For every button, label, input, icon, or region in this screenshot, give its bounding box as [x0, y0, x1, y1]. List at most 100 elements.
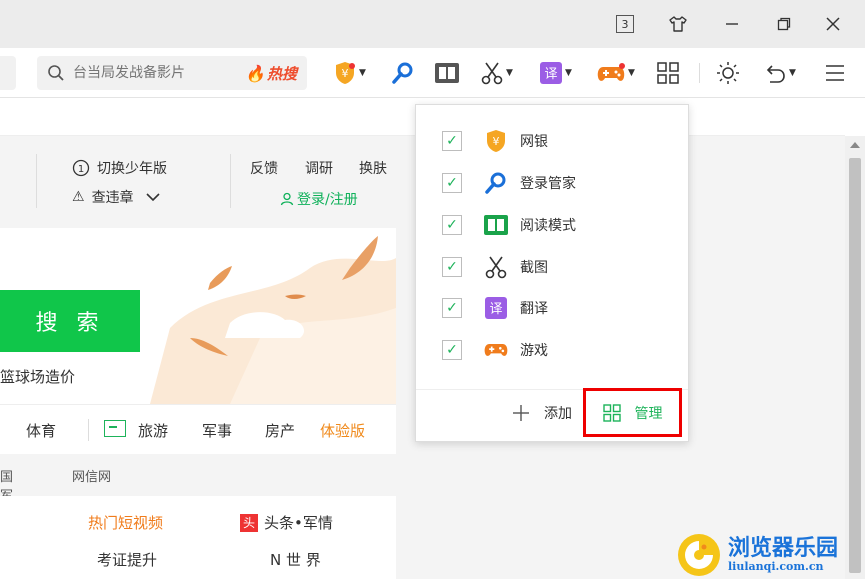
search-panel: 搜 索 篮球场造价: [0, 228, 396, 404]
news-headline-military[interactable]: 头 头条•军情: [240, 512, 333, 533]
flame-icon: 🔥: [245, 64, 265, 83]
search-suggestion[interactable]: 篮球场造价: [0, 366, 75, 387]
chevron-down-icon: ▼: [565, 68, 572, 78]
bank-icon: ¥: [484, 129, 508, 153]
login-link[interactable]: 登录/注册: [280, 189, 358, 209]
bank-icon: ¥: [336, 62, 355, 84]
dropdown-item-screenshot[interactable]: ✓ 截图: [442, 254, 662, 280]
search-button[interactable]: 搜 索: [0, 290, 140, 352]
hot-search[interactable]: 🔥 热搜: [245, 63, 297, 84]
skin-link[interactable]: 换肤: [359, 158, 387, 178]
translate-icon: 译: [540, 62, 562, 84]
reader-button[interactable]: [434, 61, 460, 85]
plus-icon: [513, 405, 529, 421]
menu-button[interactable]: [825, 61, 845, 85]
nav-beta[interactable]: 体验版: [320, 420, 365, 441]
tab-count-badge[interactable]: 3: [616, 15, 634, 33]
watermark: 浏览器乐园 liulanqi.com.cn: [676, 530, 838, 579]
svg-text:¥: ¥: [493, 135, 500, 148]
scissors-icon: [484, 255, 508, 279]
scroll-up-arrow-icon[interactable]: [850, 142, 860, 148]
reader-icon: [435, 63, 459, 83]
close-icon[interactable]: [821, 12, 845, 36]
apps-grid-icon: [657, 62, 679, 84]
login-manager-icon: [484, 171, 508, 195]
undo-icon: [766, 65, 785, 83]
svg-text:译: 译: [489, 302, 502, 317]
search-box[interactable]: 🔥 热搜: [37, 56, 307, 90]
svg-text:¥: ¥: [342, 67, 349, 80]
search-input[interactable]: [73, 65, 223, 81]
checkbox-translate[interactable]: ✓: [442, 298, 462, 318]
dropdown-item-translate[interactable]: ✓ 译 翻译: [442, 295, 662, 321]
user-icon: [280, 192, 294, 206]
dropdown-item-label: 网银: [520, 134, 548, 150]
news-nworld[interactable]: N 世 界: [270, 549, 321, 570]
nav-sports[interactable]: 体育: [26, 420, 56, 441]
dropdown-item-login-manager[interactable]: ✓ 登录管家: [442, 170, 662, 196]
dropdown-item-bank[interactable]: ✓ ¥ 网银: [442, 128, 662, 154]
violation-link[interactable]: ⚠ 查违章: [72, 187, 160, 207]
dropdown-item-label: 阅读模式: [520, 218, 576, 234]
link-wangxinwang[interactable]: 网信网: [72, 466, 111, 485]
vertical-scrollbar[interactable]: [845, 136, 865, 579]
brightness-icon: [717, 62, 739, 84]
menu-icon: [826, 65, 844, 81]
dropdown-item-game[interactable]: ✓ 游戏: [442, 337, 662, 363]
warning-icon: ⚠: [72, 189, 85, 205]
toolbar-customize-dropdown: ✓ ¥ 网银 ✓ 登录管家 ✓ 阅读模式 ✓ 截图 ✓ 译 翻译 ✓ 游戏 添加…: [415, 104, 689, 442]
feedback-link[interactable]: 反馈: [250, 158, 278, 178]
chevron-down-icon: [145, 193, 160, 202]
add-label: 添加: [544, 406, 572, 422]
reader-icon: [484, 213, 508, 237]
manage-button[interactable]: 管理: [583, 388, 682, 437]
login-label: 登录/注册: [297, 192, 358, 208]
restore-icon[interactable]: [772, 12, 796, 36]
bank-button[interactable]: ¥ ▼: [334, 61, 366, 85]
news-panel: 热门短视频 头 头条•军情 考证提升 N 世 界: [0, 496, 396, 579]
category-nav: 体育 旅游 军事 房产 体验版: [0, 404, 396, 454]
watermark-url: liulanqi.com.cn: [728, 560, 824, 573]
checkbox-game[interactable]: ✓: [442, 340, 462, 360]
toolbar: 🔥 热搜 ¥ ▼ ▼ 译 ▼ ▼ ▼: [0, 48, 865, 98]
undo-button[interactable]: ▼: [764, 61, 796, 85]
brightness-button[interactable]: [716, 61, 740, 85]
checkbox-bank[interactable]: ✓: [442, 131, 462, 151]
news-exam[interactable]: 考证提升: [97, 549, 157, 570]
switch-teen-link[interactable]: 1 切换少年版: [72, 158, 167, 178]
title-bar: 3: [0, 0, 865, 48]
dropdown-item-reader[interactable]: ✓ 阅读模式: [442, 212, 662, 238]
toolbar-divider: [699, 63, 700, 83]
translate-button[interactable]: 译 ▼: [540, 61, 572, 85]
violation-label: 查违章: [91, 190, 134, 206]
survey-link[interactable]: 调研: [305, 158, 333, 178]
login-manager-icon: [392, 62, 413, 84]
game-button[interactable]: ▼: [597, 61, 635, 85]
nav-travel[interactable]: 旅游: [138, 420, 168, 441]
hot-search-label: 热搜: [266, 65, 297, 83]
screenshot-button[interactable]: ▼: [481, 61, 513, 85]
minimize-icon[interactable]: [720, 12, 744, 36]
scrollbar-thumb[interactable]: [849, 158, 861, 573]
dropdown-item-label: 翻译: [520, 301, 548, 317]
apps-grid-button[interactable]: [657, 61, 679, 85]
nav-realestate[interactable]: 房产: [265, 420, 295, 441]
menu-divider: [36, 154, 37, 208]
news-headline-label: 头条•军情: [264, 514, 333, 532]
menu-divider: [230, 154, 231, 208]
login-manager-button[interactable]: [391, 61, 415, 85]
chevron-down-icon: ▼: [628, 68, 635, 78]
nav-military[interactable]: 军事: [202, 420, 232, 441]
game-icon: [484, 338, 508, 362]
checkbox-login-manager[interactable]: ✓: [442, 173, 462, 193]
news-hot-video[interactable]: 热门短视频: [88, 512, 163, 533]
checkbox-reader[interactable]: ✓: [442, 215, 462, 235]
scissors-icon: [481, 62, 503, 85]
nav-divider: [88, 419, 89, 441]
address-bar-stub[interactable]: [0, 56, 16, 90]
add-button[interactable]: 添加: [512, 403, 572, 423]
watermark-name: 浏览器乐园: [728, 535, 839, 561]
checkbox-screenshot[interactable]: ✓: [442, 257, 462, 277]
dropdown-item-label: 游戏: [520, 343, 548, 359]
skin-shirt-icon[interactable]: [666, 12, 690, 36]
